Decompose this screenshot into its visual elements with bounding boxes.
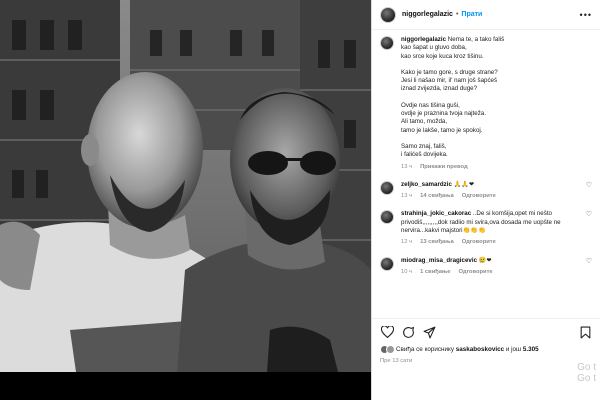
comment-body: miodrag_misa_dragicevic 😢❤ 10 ч 1 свиђањ… <box>401 257 582 277</box>
comment-meta: 10 ч 1 свиђање Одговорите <box>401 268 582 276</box>
comment-time[interactable]: 13 ч <box>401 192 412 200</box>
share-icon[interactable] <box>422 325 436 339</box>
author-avatar[interactable] <box>380 6 396 23</box>
caption-avatar[interactable] <box>380 36 394 50</box>
caption-line: Ovdje nas tišina guši, <box>401 101 460 109</box>
caption-line: iznad zvijezda, iznad duge? <box>401 85 478 93</box>
translate-button[interactable]: Прикажи превод <box>420 163 468 171</box>
caption-time[interactable]: 13 ч <box>401 163 412 171</box>
caption-line: ovdje je praznina tvoja najteža. <box>401 110 486 118</box>
photo-image <box>0 0 371 400</box>
comment-text: 🙏🙏❤ <box>453 180 475 188</box>
caption-line: Kako je tamo gore, s druge strane? <box>401 68 498 76</box>
post-sidebar: niggorlegalazic • Прати ••• niggorlegala… <box>371 0 600 400</box>
comment-meta: 13 ч 14 свиђања Одговорите <box>401 192 582 200</box>
caption-line <box>401 94 592 102</box>
reply-button[interactable]: Одговорите <box>459 268 493 276</box>
caption-line: Ali tamo, možda, <box>401 118 448 126</box>
comment-time[interactable]: 12 ч <box>401 238 412 246</box>
caption-line: Samo znaj, fališ, <box>401 142 447 150</box>
commenter-avatar[interactable] <box>380 180 394 195</box>
caption-body: niggorlegalazic Nema te, a tako fališ ka… <box>401 36 592 171</box>
caption: niggorlegalazic Nema te, a tako fališ ka… <box>380 36 592 171</box>
commenter-avatar[interactable] <box>380 256 394 271</box>
commenter-username[interactable]: miodrag_misa_dragicevic <box>401 257 477 264</box>
comment-icon[interactable] <box>401 325 415 339</box>
caption-line: kao srce koje kuca kroz tišinu. <box>401 52 484 60</box>
heart-icon[interactable]: ♡ <box>586 181 592 189</box>
commenter-avatar[interactable] <box>380 210 394 225</box>
heart-icon[interactable]: ♡ <box>586 257 592 265</box>
post-header: niggorlegalazic • Прати ••• <box>372 0 600 30</box>
follow-button[interactable]: Прати <box>461 11 482 18</box>
commenter-username[interactable]: zeljko_samardzic <box>401 181 452 188</box>
caption-username[interactable]: niggorlegalazic <box>401 36 446 43</box>
liker-username[interactable]: saskaboskovicc <box>456 346 504 353</box>
comment-text: 😢❤ <box>478 256 492 264</box>
caption-meta: 13 ч Прикажи превод <box>401 163 592 171</box>
liker-avatars <box>380 345 395 354</box>
caption-line <box>401 135 592 143</box>
watermark-line: Go t <box>577 373 596 384</box>
action-icons <box>380 324 592 340</box>
bookmark-icon[interactable] <box>578 325 592 339</box>
comment-likes[interactable]: 13 свиђања <box>420 238 454 246</box>
action-bar: Свиђа се кориснику saskaboskovicc и још … <box>372 318 600 364</box>
caption-line: kao šapat u gluvo doba, <box>401 44 467 52</box>
comment-likes[interactable]: 14 свиђања <box>420 192 454 200</box>
comment-body: zeljko_samardzic 🙏🙏❤ 13 ч 14 свиђања Одг… <box>401 181 582 201</box>
likes-count[interactable]: 5.305 <box>523 346 539 353</box>
like-icon[interactable] <box>380 325 394 339</box>
caption-line <box>401 61 592 69</box>
more-options-icon[interactable]: ••• <box>580 10 592 20</box>
caption-line: Jesi li našao mir, il' nam još šapćeš <box>401 77 498 85</box>
comment-item: zeljko_samardzic 🙏🙏❤ 13 ч 14 свиђања Одг… <box>380 180 592 201</box>
likes-middle: и још <box>505 346 522 353</box>
likes-prefix: Свиђа се кориснику <box>396 346 455 353</box>
reply-button[interactable]: Одговорите <box>462 192 496 200</box>
comment-time[interactable]: 10 ч <box>401 268 412 276</box>
post-time[interactable]: Пре 13 сати <box>380 358 592 364</box>
comments-list: niggorlegalazic Nema te, a tako fališ ka… <box>372 30 600 276</box>
caption-line: i falićeš dovijeka. <box>401 151 448 159</box>
heart-icon[interactable]: ♡ <box>586 210 592 218</box>
comment-item: miodrag_misa_dragicevic 😢❤ 10 ч 1 свиђањ… <box>380 256 592 277</box>
comment-body: strahinja_jokic_cakorac ..De si komšija,… <box>401 210 582 246</box>
reply-button[interactable]: Одговорите <box>462 238 496 246</box>
comment-likes[interactable]: 1 свиђање <box>420 268 450 276</box>
caption-line: Nema te, a tako fališ <box>447 36 505 43</box>
comment-meta: 12 ч 13 свиђања Одговорите <box>401 238 582 246</box>
separator-dot: • <box>455 11 459 18</box>
author-username[interactable]: niggorlegalazic <box>402 11 453 18</box>
activate-windows-watermark: Go t Go t <box>577 362 596 384</box>
caption-line: tamo je lakše, tamo je spokoj. <box>401 126 483 134</box>
watermark-line: Go t <box>577 362 596 373</box>
post-photo[interactable] <box>0 0 371 400</box>
likes-summary: Свиђа се кориснику saskaboskovicc и још … <box>380 345 592 354</box>
comment-item: strahinja_jokic_cakorac ..De si komšija,… <box>380 210 592 246</box>
commenter-username[interactable]: strahinja_jokic_cakorac <box>401 210 471 217</box>
